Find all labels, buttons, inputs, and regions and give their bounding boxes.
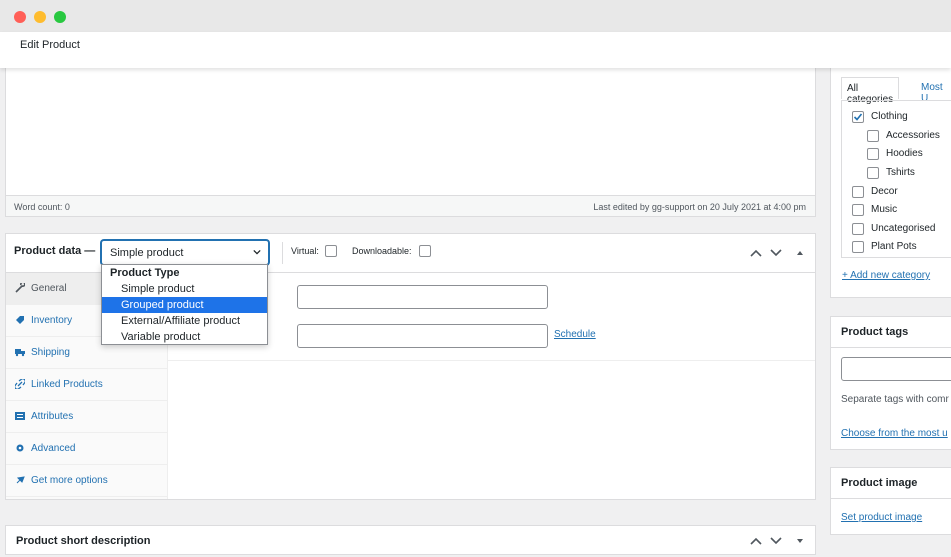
category-checkbox[interactable]	[852, 204, 864, 216]
wrench-icon	[15, 283, 25, 293]
close-window-button[interactable]	[14, 11, 26, 23]
tab-get-more-options[interactable]: Get more options	[6, 465, 168, 497]
categories-panel: All categories Most U Clothing Accessori…	[830, 62, 951, 298]
product-tags-panel: Product tags Separate tags with comr Cho…	[830, 316, 951, 450]
downloadable-label: Downloadable:	[352, 246, 412, 256]
product-tags-header: Product tags	[831, 317, 951, 348]
tag-help-text: Separate tags with comr	[841, 394, 949, 405]
expand-toggle-icon[interactable]	[796, 537, 804, 545]
category-checkbox[interactable]	[867, 148, 879, 160]
short-description-label: Product short description	[16, 535, 151, 547]
sale-price-input[interactable]	[297, 324, 548, 348]
product-type-dropdown: Product Type Simple product Grouped prod…	[101, 264, 268, 345]
category-checkbox[interactable]	[852, 223, 864, 235]
last-edited: Last edited by gg-support on 20 July 202…	[593, 202, 806, 212]
product-image-panel: Product image Set product image	[830, 467, 951, 535]
link-icon	[15, 379, 25, 389]
category-checkbox[interactable]	[852, 111, 864, 123]
checkmark-icon	[853, 113, 863, 121]
truck-icon	[15, 349, 25, 357]
move-up-icon[interactable]	[750, 248, 762, 258]
move-down-icon[interactable]	[770, 248, 782, 258]
option-variable-product[interactable]: Variable product	[102, 329, 267, 345]
plugin-icon	[16, 476, 25, 484]
product-type-value: Simple product	[110, 247, 184, 259]
regular-price-input[interactable]	[297, 285, 548, 309]
move-down-icon[interactable]	[770, 536, 782, 546]
content-editor[interactable]: Word count: 0 Last edited by gg-support …	[5, 62, 816, 217]
section-divider	[168, 360, 815, 361]
tab-most-used[interactable]: Most U	[916, 77, 948, 104]
product-tags-title: Product tags	[841, 326, 909, 338]
word-count: Word count: 0	[14, 202, 70, 212]
tab-attributes[interactable]: Attributes	[6, 401, 168, 433]
option-external-affiliate-product[interactable]: External/Affiliate product	[102, 313, 267, 329]
top-bar: Edit Product	[0, 32, 951, 68]
tag-icon	[16, 316, 24, 324]
category-checkbox[interactable]	[867, 167, 879, 179]
tag-input[interactable]	[841, 357, 951, 381]
option-simple-product[interactable]: Simple product	[102, 281, 267, 297]
virtual-checkbox[interactable]	[325, 245, 337, 257]
chevron-down-icon	[253, 249, 261, 255]
tab-all-categories[interactable]: All categories	[841, 77, 900, 105]
downloadable-checkbox[interactable]	[419, 245, 431, 257]
add-new-category-link[interactable]: + Add new category	[842, 270, 930, 281]
tab-advanced[interactable]: Advanced	[6, 433, 168, 465]
minimize-window-button[interactable]	[34, 11, 46, 23]
category-list: Clothing Accessories Hoodies Tshirts Dec…	[841, 100, 951, 258]
product-type-select[interactable]: Simple product	[101, 240, 269, 265]
move-up-icon[interactable]	[750, 536, 762, 546]
list-icon	[15, 412, 25, 420]
product-image-title: Product image	[841, 477, 918, 489]
option-grouped-product[interactable]: Grouped product	[102, 297, 267, 313]
virtual-label: Virtual:	[291, 246, 319, 256]
tab-linked-products[interactable]: Linked Products	[6, 369, 168, 401]
product-image-header: Product image	[831, 468, 951, 499]
header-divider	[282, 242, 283, 264]
page-title: Edit Product	[20, 39, 80, 51]
category-checkbox[interactable]	[867, 130, 879, 142]
category-checkbox[interactable]	[852, 241, 864, 253]
collapse-toggle-icon[interactable]	[796, 249, 804, 257]
short-description-panel: Product short description	[5, 525, 816, 555]
dropdown-group-label: Product Type	[110, 267, 180, 279]
gear-icon	[16, 444, 24, 452]
maximize-window-button[interactable]	[54, 11, 66, 23]
product-data-label: Product data —	[14, 245, 96, 257]
window-titlebar	[0, 0, 951, 32]
set-product-image-link[interactable]: Set product image	[841, 512, 922, 523]
schedule-link[interactable]: Schedule	[554, 329, 596, 340]
choose-most-used-tags-link[interactable]: Choose from the most u	[841, 428, 948, 439]
category-checkbox[interactable]	[852, 186, 864, 198]
editor-status-bar: Word count: 0 Last edited by gg-support …	[6, 195, 815, 216]
